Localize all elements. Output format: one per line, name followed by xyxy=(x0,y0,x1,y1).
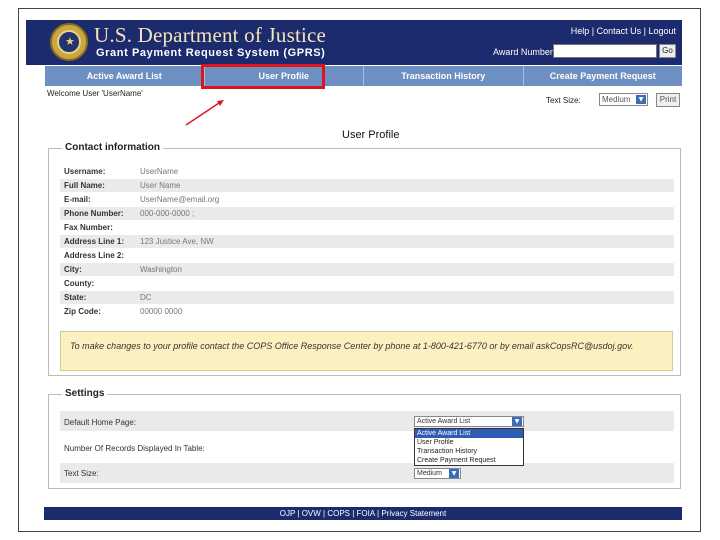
main-nav: Active Award List User Profile Transacti… xyxy=(45,66,682,86)
settings-text-size-label: Text Size: xyxy=(64,469,99,478)
top-links: Help | Contact Us | Logout xyxy=(570,26,676,36)
field-label: State: xyxy=(64,293,87,302)
dropdown-option[interactable]: Active Award List xyxy=(415,429,523,438)
field-row-county: County: xyxy=(60,277,674,290)
award-number-input[interactable] xyxy=(553,44,657,58)
field-row-city: City: Washington xyxy=(60,263,674,276)
award-number-label: Award Number: xyxy=(493,47,556,57)
page-title: User Profile xyxy=(342,129,400,141)
site-header: ★ U.S. Department of Justice Grant Payme… xyxy=(26,20,682,65)
field-row-fax: Fax Number: xyxy=(60,221,674,234)
field-value: Washington xyxy=(140,265,182,274)
field-value: DC xyxy=(140,293,152,302)
footer-link-ojp[interactable]: OJP xyxy=(280,509,295,518)
print-button[interactable]: Print xyxy=(656,93,680,107)
go-button[interactable]: Go xyxy=(659,44,676,58)
user-profile-highlight-box xyxy=(201,64,325,89)
default-home-dropdown-list: Active Award List User Profile Transacti… xyxy=(414,428,524,466)
welcome-text: Welcome User 'UserName' xyxy=(47,89,143,98)
field-label: City: xyxy=(64,265,82,274)
tab-transaction-history[interactable]: Transaction History xyxy=(364,66,524,86)
field-label: E-mail: xyxy=(64,195,91,204)
chevron-down-icon: ▼ xyxy=(636,95,646,104)
footer-link-cops[interactable]: COPS xyxy=(327,509,350,518)
settings-text-size-value: Medium xyxy=(417,470,442,477)
field-label: Fax Number: xyxy=(64,223,113,232)
site-footer: OJP | OVW | COPS | FOIA | Privacy Statem… xyxy=(44,507,682,520)
field-row-username: Username: UserName xyxy=(60,165,674,178)
contact-us-link[interactable]: Contact Us xyxy=(597,26,642,36)
field-label: Full Name: xyxy=(64,181,105,190)
setting-row-default-home: Default Home Page: xyxy=(60,411,674,431)
dropdown-option[interactable]: Create Payment Request xyxy=(415,456,523,465)
field-label: Username: xyxy=(64,167,106,176)
footer-link-foia[interactable]: FOIA xyxy=(357,509,375,518)
tab-create-payment-request[interactable]: Create Payment Request xyxy=(524,66,683,86)
field-row-address-1: Address Line 1: 123 Justice Ave, NW xyxy=(60,235,674,248)
field-value: 00000 0000 xyxy=(140,307,183,316)
field-label: Address Line 2: xyxy=(64,251,125,260)
settings-text-size-select[interactable]: Medium ▼ xyxy=(414,468,461,479)
field-row-email: E-mail: UserName@email.org xyxy=(60,193,674,206)
chevron-down-icon: ▼ xyxy=(449,469,459,478)
settings-legend: Settings xyxy=(62,388,108,399)
text-size-select[interactable]: Medium ▼ xyxy=(599,93,648,106)
setting-row-text-size: Text Size: xyxy=(60,463,674,483)
contact-legend: Contact information xyxy=(62,142,163,153)
default-home-value: Active Award List xyxy=(417,418,471,425)
text-size-label: Text Size: xyxy=(546,96,581,105)
doj-seal-icon: ★ xyxy=(50,23,88,61)
department-title: U.S. Department of Justice xyxy=(94,23,327,47)
chevron-down-icon: ▼ xyxy=(512,417,522,426)
field-row-address-2: Address Line 2: xyxy=(60,249,674,262)
field-row-state: State: DC xyxy=(60,291,674,304)
field-row-full-name: Full Name: User Name xyxy=(60,179,674,192)
field-value: 000-000-0000 ; xyxy=(140,209,195,218)
default-home-label: Default Home Page: xyxy=(64,418,137,427)
dropdown-option[interactable]: User Profile xyxy=(415,438,523,447)
tab-active-award-list[interactable]: Active Award List xyxy=(45,66,205,86)
text-size-value: Medium xyxy=(602,95,631,104)
setting-row-records: Number Of Records Displayed In Table: xyxy=(60,437,674,457)
field-value: 123 Justice Ave, NW xyxy=(140,237,214,246)
field-row-zip: Zip Code: 00000 0000 xyxy=(60,305,674,318)
field-row-phone: Phone Number: 000-000-0000 ; xyxy=(60,207,674,220)
field-value: User Name xyxy=(140,181,181,190)
default-home-select[interactable]: Active Award List ▼ xyxy=(414,416,524,427)
system-title: Grant Payment Request System (GPRS) xyxy=(96,47,326,59)
field-value: UserName xyxy=(140,167,179,176)
field-label: Address Line 1: xyxy=(64,237,125,246)
annotation-arrow-icon xyxy=(185,100,224,126)
field-label: Zip Code: xyxy=(64,307,101,316)
profile-change-notice: To make changes to your profile contact … xyxy=(60,331,673,371)
footer-link-privacy[interactable]: Privacy Statement xyxy=(381,509,446,518)
help-link[interactable]: Help xyxy=(571,26,590,36)
footer-link-ovw[interactable]: OVW xyxy=(302,509,321,518)
field-label: Phone Number: xyxy=(64,209,124,218)
field-value: UserName@email.org xyxy=(140,195,220,204)
records-label: Number Of Records Displayed In Table: xyxy=(64,444,205,453)
dropdown-option[interactable]: Transaction History xyxy=(415,447,523,456)
logout-link[interactable]: Logout xyxy=(648,26,676,36)
field-label: County: xyxy=(64,279,95,288)
